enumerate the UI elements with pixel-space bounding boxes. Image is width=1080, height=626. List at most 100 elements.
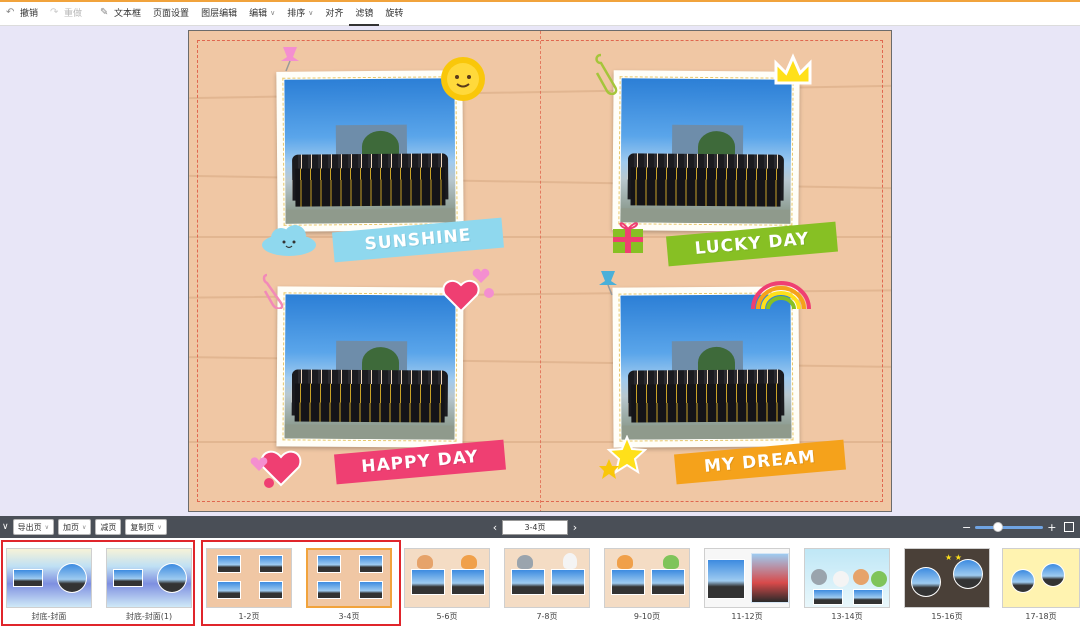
stars-sticker-icon[interactable] — [597, 435, 647, 483]
thumbnail-label: 11-12页 — [731, 612, 763, 621]
undo-button[interactable]: ↶ 撤销 — [0, 0, 44, 26]
thumbnail-image: ★ ★ — [904, 548, 990, 608]
thumbnail-label: 15-16页 — [931, 612, 963, 621]
page-toolbar: ∨ 导出页 ∨ 加页 ∨ 减页 复制页 ∨ ‹ 3-4页 › − + — [0, 516, 1080, 538]
page-spread-canvas[interactable]: SUNSHINE LUCKY DAY HAPPY DAY MY DREAM — [188, 30, 892, 512]
rotate-label: 旋转 — [385, 9, 404, 19]
thumbnail-label: 17-18页 — [1025, 612, 1057, 621]
group-photo[interactable] — [620, 294, 792, 440]
sun-sticker-icon[interactable] — [439, 55, 487, 103]
redo-label: 重做 — [64, 9, 83, 19]
thumbnail-label: 9-10页 — [633, 612, 661, 621]
redo-button[interactable]: ↷ 重做 — [44, 0, 88, 26]
thumbnail-5-6[interactable]: 5-6页 — [404, 548, 490, 622]
cloud-sticker-icon[interactable] — [259, 223, 319, 257]
page-settings-label: 页面设置 — [153, 9, 190, 19]
thumbnail-image — [306, 548, 392, 608]
sort-menu[interactable]: 排序 ∨ — [281, 0, 319, 26]
thumbnail-image — [106, 548, 192, 608]
paperclip-icon[interactable] — [261, 271, 287, 309]
crown-sticker-icon[interactable] — [772, 53, 814, 91]
page-number-field[interactable]: 3-4页 — [502, 519, 568, 535]
filter-button[interactable]: 滤镜 — [349, 0, 380, 26]
textbox-label: 文本框 — [114, 9, 142, 19]
group-photo[interactable] — [284, 294, 456, 440]
collapse-chevron-icon[interactable]: ∨ — [2, 522, 9, 532]
hearts-sticker-icon[interactable] — [441, 267, 499, 315]
copy-page-label: 复制页 — [130, 522, 155, 532]
zoom-out-icon[interactable]: − — [962, 521, 971, 534]
redo-icon: ↷ — [50, 6, 59, 18]
remove-page-button[interactable]: 减页 — [95, 519, 122, 535]
thumbnail-cover[interactable]: 封底-封面 — [6, 548, 92, 622]
fit-screen-icon[interactable] — [1064, 522, 1075, 532]
group-photo[interactable] — [284, 78, 456, 224]
pushpin-icon[interactable] — [277, 43, 303, 73]
thumbnail-13-14[interactable]: 13-14页 — [804, 548, 890, 622]
thumbnail-image — [206, 548, 292, 608]
edit-label: 编辑 — [249, 9, 268, 19]
thumbnail-label: 封底-封面 — [31, 612, 67, 621]
banner-text: MY DREAM — [703, 447, 817, 477]
rotate-button[interactable]: 旋转 — [379, 0, 409, 26]
thumbnail-1-2[interactable]: 1-2页 — [206, 548, 292, 622]
thumbnail-image — [704, 548, 790, 608]
add-page-button[interactable]: 加页 ∨ — [58, 519, 92, 535]
group-photo[interactable] — [620, 78, 792, 224]
page-number-text: 3-4页 — [524, 522, 546, 532]
page-navigator: ‹ 3-4页 › — [488, 519, 582, 535]
photo-frame[interactable] — [276, 286, 464, 448]
paperclip-icon[interactable] — [593, 51, 623, 95]
banner-text: HAPPY DAY — [360, 446, 480, 478]
pushpin-icon[interactable] — [595, 267, 621, 297]
thumbnail-cover-copy[interactable]: 封底-封面(1) — [106, 548, 192, 622]
layer-edit-label: 图层编辑 — [201, 9, 238, 19]
chevron-down-icon: ∨ — [308, 8, 314, 17]
zoom-control: − + — [962, 519, 1075, 535]
zoom-in-icon[interactable]: + — [1047, 521, 1056, 534]
thumbnail-label: 封底-封面(1) — [125, 612, 173, 621]
thumbnail-7-8[interactable]: 7-8页 — [504, 548, 590, 622]
add-page-label: 加页 — [63, 522, 79, 532]
chevron-down-icon: ∨ — [82, 523, 87, 531]
textbox-button[interactable]: ✎ 文本框 — [94, 0, 147, 26]
export-page-button[interactable]: 导出页 ∨ — [12, 519, 54, 535]
prev-page-icon[interactable]: ‹ — [488, 521, 502, 534]
toolbar: ↶ 撤销 ↷ 重做 ✎ 文本框 页面设置 图层编辑 编辑 ∨ 排序 ∨ 对齐 滤镜 旋转 — [0, 0, 1080, 26]
thumbnail-15-16[interactable]: ★ ★ 15-16页 — [904, 548, 990, 622]
rainbow-sticker-icon[interactable] — [747, 277, 815, 311]
copy-page-button[interactable]: 复制页 ∨ — [125, 519, 167, 535]
thumbnail-label: 3-4页 — [338, 612, 360, 621]
sort-label: 排序 — [287, 9, 306, 19]
fold-guide — [540, 31, 541, 511]
thumbnail-image — [604, 548, 690, 608]
remove-page-label: 减页 — [100, 522, 117, 532]
thumbnail-label: 5-6页 — [436, 612, 458, 621]
thumbnail-17-18[interactable]: 17-18页 — [1002, 548, 1080, 622]
zoom-slider-thumb[interactable] — [993, 521, 1004, 532]
export-page-label: 导出页 — [17, 522, 42, 532]
layer-edit-button[interactable]: 图层编辑 — [195, 0, 243, 26]
edit-menu[interactable]: 编辑 ∨ — [243, 0, 281, 26]
align-button[interactable]: 对齐 — [319, 0, 349, 26]
page-thumbnail-strip: 封底-封面 封底-封面(1) 1-2页 3-4页 5-6页 7-8页 9-10页… — [0, 538, 1080, 626]
page-settings-button[interactable]: 页面设置 — [147, 0, 195, 26]
hearts-sticker-icon[interactable] — [247, 437, 305, 489]
align-label: 对齐 — [325, 9, 344, 19]
next-page-icon[interactable]: › — [568, 521, 582, 534]
gift-sticker-icon[interactable] — [609, 215, 647, 257]
photo-frame[interactable] — [612, 70, 800, 232]
thumbnail-11-12[interactable]: 11-12页 — [704, 548, 790, 622]
thumbnail-image — [504, 548, 590, 608]
thumbnail-9-10[interactable]: 9-10页 — [604, 548, 690, 622]
chevron-down-icon: ∨ — [270, 8, 276, 17]
thumbnail-label: 1-2页 — [238, 612, 260, 621]
photo-frame[interactable] — [276, 70, 464, 232]
zoom-slider[interactable] — [975, 521, 1044, 532]
thumbnail-image — [804, 548, 890, 608]
textbox-icon: ✎ — [100, 6, 109, 18]
thumbnail-3-4[interactable]: 3-4页 — [306, 548, 392, 622]
thumbnail-label: 13-14页 — [831, 612, 863, 621]
banner-text: LUCKY DAY — [693, 229, 811, 259]
undo-icon: ↶ — [6, 6, 15, 18]
